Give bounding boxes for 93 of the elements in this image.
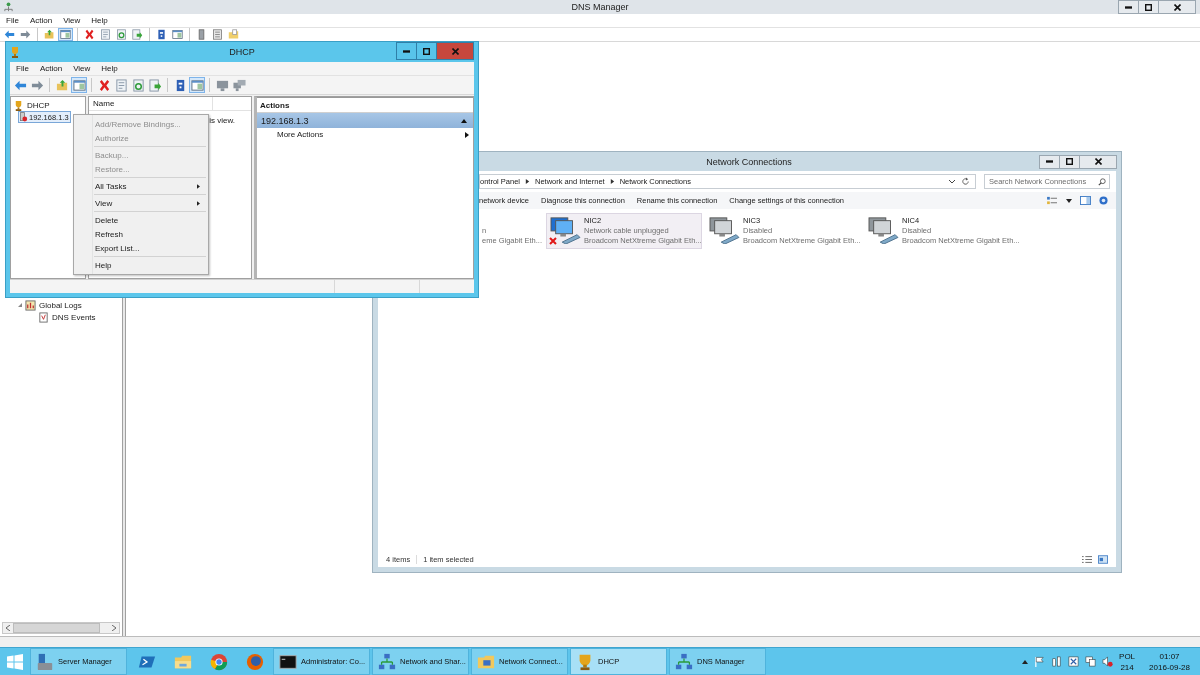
browser-icon xyxy=(210,652,228,671)
actions-section-header[interactable]: 192.168.1.3 xyxy=(257,113,473,128)
export-icon[interactable] xyxy=(147,77,163,93)
window-title: Network Connections xyxy=(706,156,792,167)
scrollbar[interactable] xyxy=(2,622,120,634)
refresh-icon[interactable] xyxy=(961,177,970,186)
window-title: DNS Manager xyxy=(571,2,629,12)
empty-message: is view. xyxy=(209,116,235,125)
menu-item[interactable]: View xyxy=(63,16,81,25)
minimize-icon xyxy=(1125,5,1132,9)
tree-item[interactable]: DHCP xyxy=(27,100,50,110)
console-icon xyxy=(279,652,297,671)
menu-item[interactable]: View xyxy=(73,64,91,73)
back-arrow-icon[interactable] xyxy=(2,28,17,41)
close-icon xyxy=(1094,158,1102,165)
chevron-icon xyxy=(525,179,531,184)
scroll-right-icon[interactable] xyxy=(112,625,116,631)
monitors-icon[interactable] xyxy=(231,77,247,93)
trophy-icon xyxy=(9,46,21,58)
clock[interactable]: 01:07 2016-09-28 xyxy=(1149,650,1190,673)
actions-heading: Actions xyxy=(257,97,473,113)
search-icon[interactable] xyxy=(1098,177,1106,186)
maximize-button[interactable] xyxy=(1059,154,1080,169)
export-icon[interactable] xyxy=(130,28,145,41)
pane-icon[interactable] xyxy=(58,28,73,41)
forward-arrow-icon[interactable] xyxy=(18,28,33,41)
language-indicator[interactable]: POL 214 xyxy=(1119,650,1136,673)
monitor-icon[interactable] xyxy=(1085,656,1097,667)
action-item[interactable]: More Actions xyxy=(257,128,473,139)
globe-icon xyxy=(246,652,264,671)
log-icon xyxy=(38,311,49,323)
tree-item[interactable]: DNS Events xyxy=(52,312,96,322)
minimize-button[interactable] xyxy=(1118,0,1139,14)
network-icon xyxy=(3,1,14,13)
submenu-arrow-icon xyxy=(465,131,469,138)
close-button[interactable] xyxy=(1079,154,1117,169)
minimize-icon xyxy=(403,49,410,53)
scroll-left-icon[interactable] xyxy=(6,625,10,631)
menu-item[interactable]: Refresh xyxy=(94,227,206,241)
maximize-button[interactable] xyxy=(1138,0,1159,14)
help-icon[interactable] xyxy=(1099,196,1108,205)
maximize-icon xyxy=(1066,158,1073,165)
refresh-icon[interactable] xyxy=(130,77,146,93)
menu-item[interactable]: All Tasks xyxy=(94,179,206,193)
network-icon xyxy=(675,652,693,671)
speaker-muted-icon[interactable] xyxy=(1102,656,1114,667)
network-icon xyxy=(378,652,396,671)
menu-item[interactable]: Help xyxy=(91,16,108,25)
menu-item[interactable]: Export List... xyxy=(94,241,206,255)
trophy-icon xyxy=(13,99,24,111)
dropdown-icon[interactable] xyxy=(948,178,956,185)
folder-up-icon[interactable] xyxy=(54,77,70,93)
menu-item[interactable]: Action xyxy=(29,16,53,25)
maximize-icon xyxy=(423,47,430,55)
list-icon[interactable] xyxy=(210,28,225,41)
menu-item[interactable]: File xyxy=(16,64,29,73)
minimize-icon xyxy=(1046,160,1053,163)
details-view-icon[interactable] xyxy=(1082,555,1092,564)
tiles-view-icon[interactable] xyxy=(1098,555,1108,564)
server-manager-icon xyxy=(36,652,54,671)
properties-icon[interactable] xyxy=(98,28,113,41)
pane-icon[interactable] xyxy=(189,77,205,93)
refresh-icon[interactable] xyxy=(114,28,129,41)
menu-item[interactable]: Delete xyxy=(94,213,206,227)
folder-icon[interactable] xyxy=(226,28,241,41)
properties-icon[interactable] xyxy=(113,77,129,93)
show-hidden-icons-arrow-icon[interactable] xyxy=(1022,659,1029,664)
log-icon xyxy=(25,299,36,311)
network-disconnected-icon[interactable] xyxy=(1068,656,1080,667)
column-header[interactable]: Name xyxy=(89,97,213,110)
view-options-icon[interactable] xyxy=(1047,196,1058,205)
menu-item[interactable]: Help xyxy=(101,64,118,73)
menu-item[interactable]: Action xyxy=(39,64,63,73)
menu-item[interactable]: File xyxy=(6,16,19,25)
preview-pane-icon[interactable] xyxy=(1080,196,1091,205)
windows-icon xyxy=(7,653,23,670)
menu-item[interactable]: Help xyxy=(94,258,206,272)
maximize-button[interactable] xyxy=(416,42,437,60)
minimize-button[interactable] xyxy=(1039,154,1060,169)
close-icon xyxy=(451,47,459,55)
pane-icon[interactable] xyxy=(71,77,87,93)
maximize-icon xyxy=(1145,3,1152,11)
flag-icon[interactable] xyxy=(1034,656,1046,667)
dropdown-icon[interactable] xyxy=(1066,198,1072,203)
menu-item[interactable]: View xyxy=(94,196,206,210)
close-icon xyxy=(1173,3,1181,11)
close-button[interactable] xyxy=(1158,0,1196,14)
pane-icon[interactable] xyxy=(170,28,185,41)
chevron-icon xyxy=(609,179,615,184)
collapse-arrow-icon xyxy=(461,118,467,123)
device-icon[interactable] xyxy=(1051,656,1063,667)
window-title: DHCP xyxy=(229,47,255,57)
tree-item[interactable]: Global Logs xyxy=(39,300,82,310)
